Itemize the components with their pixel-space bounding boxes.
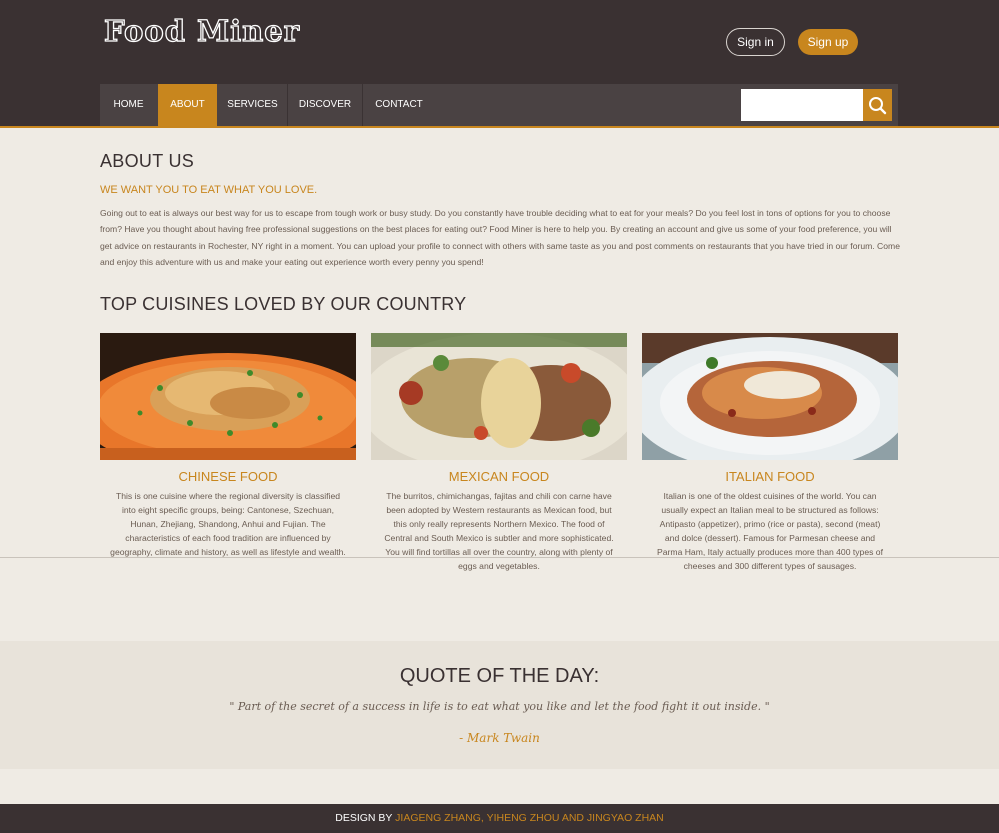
nav-discover[interactable]: DISCOVER <box>288 84 362 126</box>
mexican-food-image <box>371 333 627 460</box>
site-footer: DESIGN BY JIAGENG ZHANG, YIHENG ZHOU AND… <box>0 804 999 833</box>
nav-contact[interactable]: CONTACT <box>363 84 435 126</box>
mexican-food-text: The burritos, chimichangas, fajitas and … <box>384 491 614 571</box>
italian-food-image <box>642 333 898 460</box>
footer-designers: JIAGENG ZHANG, YIHENG ZHOU AND JINGYAO Z… <box>395 812 664 824</box>
sign-up-button[interactable]: Sign up <box>798 29 858 55</box>
cuisines-title: TOP CUISINES LOVED BY OUR COUNTRY <box>100 294 467 314</box>
search-button[interactable] <box>863 89 892 121</box>
chinese-food-title: CHINESE FOOD <box>178 469 278 484</box>
search-icon <box>869 97 887 115</box>
nav-services[interactable]: SERVICES <box>218 84 287 126</box>
quote-text: " Part of the secret of a success in lif… <box>229 700 770 713</box>
chinese-food-image <box>100 333 356 460</box>
about-subtitle: WE WANT YOU TO EAT WHAT YOU LOVE. <box>100 184 318 196</box>
chinese-food-text: This is one cuisine where the regional d… <box>110 491 346 557</box>
mexican-food-title: MEXICAN FOOD <box>448 469 550 484</box>
quote-title: QUOTE OF THE DAY: <box>399 665 600 687</box>
quote-author: - Mark Twain <box>459 731 540 745</box>
about-title: ABOUT US <box>100 151 195 171</box>
italian-food-title: ITALIAN FOOD <box>725 469 815 484</box>
footer-prefix: DESIGN BY <box>335 812 396 824</box>
sign-in-button[interactable]: Sign in <box>726 28 785 56</box>
nav-about[interactable]: ABOUT <box>158 84 217 126</box>
site-logo[interactable]: Food Miner <box>103 13 300 48</box>
divider-line <box>0 557 999 558</box>
about-text: Going out to eat is always our best way … <box>100 208 900 268</box>
nav-home[interactable]: HOME <box>100 84 157 126</box>
italian-food-text: Italian is one of the oldest cuisines of… <box>657 491 883 571</box>
search-input[interactable] <box>741 89 863 121</box>
